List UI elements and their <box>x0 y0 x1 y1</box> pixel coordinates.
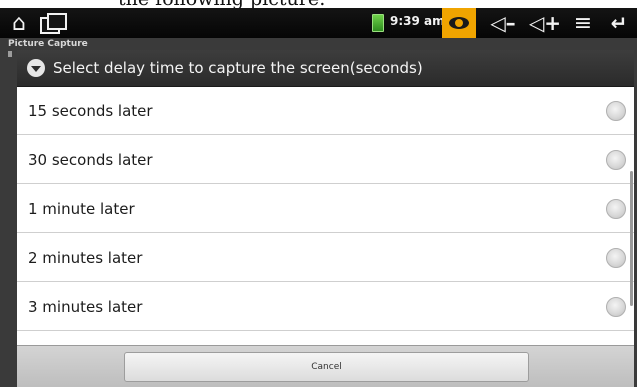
list-item[interactable]: 30 seconds later <box>17 136 634 184</box>
app-title: Picture Capture <box>8 39 88 49</box>
app-title-marker <box>8 51 12 57</box>
option-label: 1 minute later <box>28 199 135 218</box>
battery-icon <box>371 11 385 35</box>
back-icon[interactable]: ↵ <box>606 11 632 35</box>
list-item[interactable]: 15 seconds later <box>17 87 634 135</box>
radio-button[interactable] <box>606 149 626 170</box>
eye-icon[interactable] <box>442 8 476 38</box>
radio-button[interactable] <box>606 198 626 219</box>
dialog-header: Select delay time to capture the screen(… <box>17 50 634 87</box>
delay-dialog: Select delay time to capture the screen(… <box>17 50 634 387</box>
radio-button[interactable] <box>606 296 626 317</box>
status-bar: ⌂ 9:39 am ◁– ◁+ ≡ ↵ <box>0 8 637 38</box>
scrollbar[interactable] <box>630 171 633 306</box>
menu-icon[interactable]: ≡ <box>570 11 596 36</box>
list-item[interactable]: 3 minutes later <box>17 283 634 331</box>
radio-button[interactable] <box>606 100 626 121</box>
option-label: 15 seconds later <box>28 101 153 120</box>
dialog-title: Select delay time to capture the screen(… <box>53 59 423 77</box>
dialog-footer: Cancel <box>17 345 634 387</box>
status-clock: 9:39 am <box>390 14 445 28</box>
recent-apps-icon[interactable] <box>38 11 68 35</box>
volume-down-icon[interactable]: ◁– <box>486 11 520 35</box>
volume-up-icon[interactable]: ◁+ <box>528 11 562 35</box>
device-screen: ⌂ 9:39 am ◁– ◁+ ≡ ↵ Picture Capture Sele… <box>0 8 637 387</box>
cancel-button[interactable]: Cancel <box>124 352 529 382</box>
option-label: 30 seconds later <box>28 150 153 169</box>
delay-options-list: 15 seconds later 30 seconds later 1 minu… <box>17 87 634 345</box>
list-item[interactable]: 2 minutes later <box>17 234 634 282</box>
option-label: 2 minutes later <box>28 248 143 267</box>
home-icon[interactable]: ⌂ <box>6 11 32 36</box>
chevron-down-icon <box>27 59 45 77</box>
option-label: 3 minutes later <box>28 297 143 316</box>
radio-button[interactable] <box>606 247 626 268</box>
list-item[interactable]: 1 minute later <box>17 185 634 233</box>
